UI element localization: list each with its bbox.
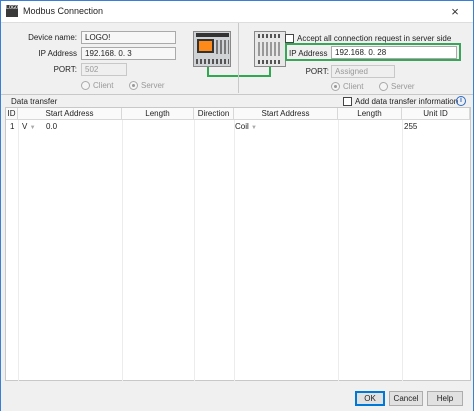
- local-server-label: Server: [141, 81, 165, 90]
- accept-all-checkbox[interactable]: [285, 34, 294, 43]
- accept-all-label: Accept all connection request in server …: [297, 34, 452, 43]
- col-header-id: ID: [6, 108, 18, 120]
- modbus-device-image: [254, 31, 286, 67]
- title-bar: LOGO Modbus Connection ×: [1, 1, 473, 23]
- remote-port-label: PORT:: [305, 67, 329, 76]
- logo-app-icon: LOGO: [6, 5, 18, 17]
- col-header-remote-length: Length: [338, 108, 402, 120]
- cancel-button[interactable]: Cancel: [389, 391, 423, 406]
- add-info-checkbox[interactable]: [343, 97, 352, 106]
- connector-line: [269, 67, 271, 76]
- remote-ip-field[interactable]: 192.168. 0. 28: [331, 46, 457, 59]
- close-button[interactable]: ×: [445, 3, 465, 20]
- col-header-direction: Direction: [194, 108, 234, 120]
- col-header-local-start: Start Address: [18, 108, 122, 120]
- remote-port-field[interactable]: Assigned: [331, 65, 395, 78]
- local-port-field[interactable]: 502: [81, 63, 127, 76]
- add-info-label: Add data transfer information: [355, 97, 459, 106]
- row-id: 1: [10, 122, 15, 131]
- ok-button[interactable]: OK: [355, 391, 385, 406]
- local-address-field[interactable]: 0.0: [46, 121, 57, 133]
- unit-id-field[interactable]: 255: [404, 121, 417, 133]
- window-title: Modbus Connection: [23, 6, 104, 16]
- remote-client-radio[interactable]: [331, 82, 340, 91]
- col-header-unit-id: Unit ID: [402, 108, 470, 120]
- remote-server-radio[interactable]: [379, 82, 388, 91]
- remote-server-label: Server: [391, 82, 415, 91]
- local-port-label: PORT:: [53, 65, 77, 74]
- col-header-length: Length: [122, 108, 194, 120]
- help-button[interactable]: Help: [427, 391, 463, 406]
- remote-type-select[interactable]: Coil ▼: [235, 121, 257, 133]
- chevron-down-icon: ▼: [29, 125, 36, 131]
- device-name-field[interactable]: LOGO!: [81, 31, 176, 44]
- data-transfer-label: Data transfer: [11, 97, 58, 106]
- remote-ip-label: IP Address: [289, 49, 328, 58]
- local-server-radio[interactable]: [129, 81, 138, 90]
- local-ip-label: IP Address: [38, 49, 77, 58]
- logo-device-image: [193, 31, 231, 67]
- modbus-connection-dialog: LOGO Modbus Connection × Device name: LO…: [0, 0, 474, 411]
- remote-client-label: Client: [343, 82, 364, 91]
- local-type-select[interactable]: V ▼: [22, 121, 36, 133]
- chevron-down-icon: ▼: [251, 125, 257, 131]
- divider: [238, 23, 239, 93]
- col-header-remote-start: Start Address: [234, 108, 338, 120]
- local-client-label: Client: [93, 81, 114, 90]
- info-icon[interactable]: i: [456, 96, 466, 106]
- data-transfer-table: ID Start Address Length Direction Start …: [5, 107, 471, 381]
- connector-line: [207, 75, 271, 77]
- local-client-radio[interactable]: [81, 81, 90, 90]
- data-transfer-bar: Data transfer Add data transfer informat…: [1, 94, 473, 107]
- footer: OK Cancel Help: [1, 385, 473, 411]
- local-ip-field[interactable]: 192.168. 0. 3: [81, 47, 176, 60]
- device-name-label: Device name:: [28, 33, 77, 42]
